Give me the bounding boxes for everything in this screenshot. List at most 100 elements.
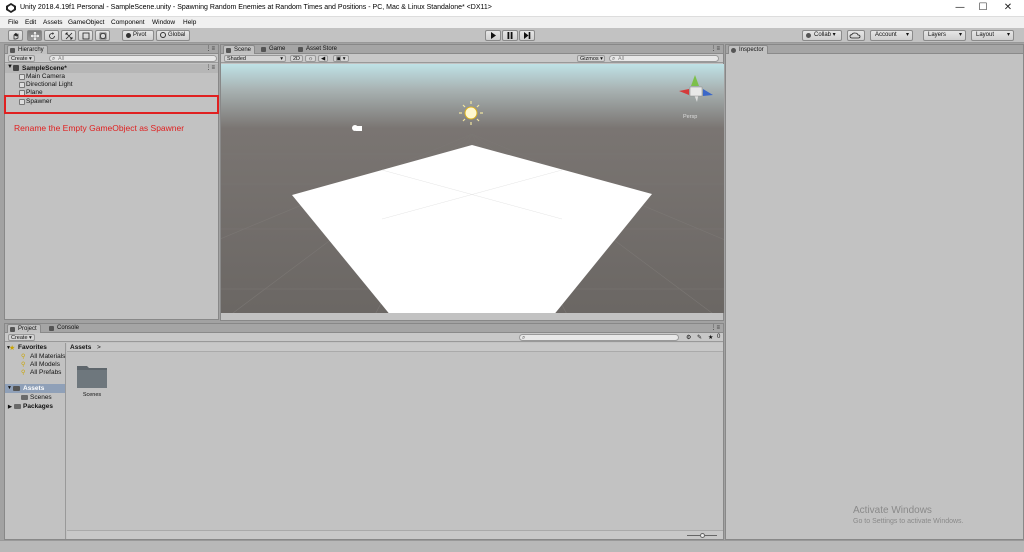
step-icon <box>524 32 531 39</box>
lighting-toggle[interactable]: ☼ <box>305 55 317 62</box>
maximize-button[interactable]: ☐ <box>973 2 993 15</box>
layout-label: Layout <box>976 32 995 38</box>
inspector-panel: Inspector <box>725 44 1024 540</box>
tab-project[interactable]: Project <box>7 324 41 333</box>
asset-folder-scenes[interactable]: Scenes <box>75 362 109 402</box>
filter-by-type-icon[interactable]: ⚙ <box>686 334 691 341</box>
tree-favorites[interactable]: ▼ ★ Favorites <box>6 344 47 352</box>
menu-edit[interactable]: Edit <box>25 17 36 28</box>
panel-menu-icon[interactable]: ⋮≡ <box>205 45 215 52</box>
menu-window[interactable]: Window <box>152 17 175 28</box>
console-icon <box>49 326 54 331</box>
minimize-button[interactable]: — <box>950 2 970 15</box>
item-label: Main Camera <box>26 73 66 80</box>
hierarchy-item-directional-light[interactable]: Directional Light <box>19 81 73 89</box>
filter-by-label-icon[interactable]: ✎ <box>697 334 702 341</box>
hierarchy-create-dropdown[interactable]: Create ▾ <box>8 55 35 62</box>
layers-dropdown[interactable]: Layers ▾ <box>923 30 966 41</box>
tab-console[interactable]: Console <box>47 324 82 333</box>
scene-viewport[interactable]: Persp <box>221 64 724 313</box>
pivot-toggle[interactable]: Pivot <box>122 30 154 41</box>
effects-dropdown[interactable]: ▣ ▾ <box>333 55 349 62</box>
global-toggle[interactable]: Global <box>156 30 190 41</box>
scene-menu-icon[interactable]: ⋮≡ <box>205 64 215 71</box>
scene-search-input[interactable]: All ⌕ <box>609 55 719 62</box>
cloud-button[interactable] <box>847 30 865 41</box>
hand-tool-button[interactable] <box>8 30 23 41</box>
audio-toggle[interactable]: ◀ <box>318 55 329 62</box>
tree-scenes[interactable]: Scenes <box>21 394 52 402</box>
badge-count: 0 <box>717 334 721 340</box>
menu-assets[interactable]: Assets <box>43 17 63 28</box>
layout-dropdown[interactable]: Layout ▾ <box>971 30 1014 41</box>
activate-windows-title: Activate Windows <box>853 505 932 516</box>
tab-hierarchy-label: Hierarchy <box>18 47 44 53</box>
project-footer <box>67 530 723 539</box>
tab-inspector[interactable]: Inspector <box>728 45 768 54</box>
move-tool-button[interactable] <box>27 30 42 41</box>
panel-menu-icon[interactable]: ⋮≡ <box>710 45 720 52</box>
tree-all-prefabs[interactable]: ⚲ All Prefabs <box>21 369 62 377</box>
menu-component[interactable]: Component <box>111 17 145 28</box>
scene-name: SampleScene* <box>22 65 67 72</box>
transform-tool-button[interactable] <box>95 30 110 41</box>
step-button[interactable] <box>519 30 535 41</box>
inspector-tabbar: Inspector <box>726 45 1023 54</box>
account-label: Account <box>875 32 897 38</box>
tab-game[interactable]: Game <box>259 45 288 54</box>
pause-button[interactable] <box>502 30 518 41</box>
menu-file[interactable]: File <box>8 17 18 28</box>
tree-assets[interactable]: ▼ Assets <box>5 384 65 393</box>
hierarchy-panel: Hierarchy ⋮≡ Create ▾ All ⌕ ▼ SampleScen… <box>4 44 219 320</box>
project-search-input[interactable]: ⌕ <box>519 334 679 341</box>
tab-hierarchy[interactable]: Hierarchy <box>7 45 48 54</box>
menu-gameobject[interactable]: GameObject <box>68 17 105 28</box>
layers-label: Layers <box>928 32 947 38</box>
menu-help[interactable]: Help <box>183 17 196 28</box>
pivot-icon <box>126 33 131 38</box>
tree-all-materials[interactable]: ⚲ All Materials <box>21 353 65 361</box>
account-dropdown[interactable]: Account ▾ <box>870 30 913 41</box>
search-filter-icon: ⚲ <box>21 353 26 360</box>
tab-asset-store[interactable]: Asset Store <box>296 45 340 54</box>
scene-row[interactable]: ▼ SampleScene* ⋮≡ <box>5 64 218 73</box>
game-tab-icon <box>261 47 266 52</box>
hierarchy-item-main-camera[interactable]: Main Camera <box>19 73 66 81</box>
item-label: All Prefabs <box>30 369 62 376</box>
rect-tool-button[interactable] <box>78 30 93 41</box>
gameobject-icon <box>19 82 25 88</box>
gizmos-dropdown[interactable]: Gizmos ▾ <box>577 55 605 62</box>
tree-packages[interactable]: ▶ Packages <box>8 403 53 411</box>
breadcrumb-assets[interactable]: Assets <box>70 343 91 352</box>
scale-icon <box>65 32 72 40</box>
rotate-tool-button[interactable] <box>44 30 59 41</box>
close-button[interactable]: ✕ <box>998 2 1018 15</box>
play-button[interactable] <box>485 30 501 41</box>
persp-label[interactable]: Persp <box>683 114 697 120</box>
main-toolbar: Pivot Global Collab ▾ Account ▾ Layers ▾ <box>0 28 1024 43</box>
star-icon[interactable]: ★ <box>708 334 713 341</box>
2d-toggle[interactable]: 2D <box>290 55 304 62</box>
pause-icon <box>507 32 513 39</box>
pivot-label: Pivot <box>133 32 147 38</box>
menu-bar: File Edit Assets GameObject Component Wi… <box>0 17 1024 28</box>
scene-subbar: Shaded ▾ 2D ☼ ◀ ▣ ▾ Gizmos ▾ All ⌕ <box>221 54 723 63</box>
tab-scene[interactable]: Scene <box>223 45 256 54</box>
panel-menu-icon[interactable]: ⋮≡ <box>710 324 720 331</box>
scene-panel: Scene Game Asset Store ⋮≡ Shaded ▾ 2D ☼ ◀… <box>220 44 724 321</box>
hierarchy-search-input[interactable]: All ⌕ <box>49 55 217 62</box>
move-icon <box>30 31 39 41</box>
hierarchy-subbar: Create ▾ All ⌕ <box>5 54 218 63</box>
search-placeholder: All <box>618 56 625 62</box>
shading-label: Shaded <box>227 56 246 62</box>
tree-all-models[interactable]: ⚲ All Models <box>21 361 60 369</box>
hand-icon <box>13 32 18 40</box>
collab-dropdown[interactable]: Collab ▾ <box>802 30 842 41</box>
project-create-dropdown[interactable]: Create ▾ <box>8 334 35 341</box>
zoom-slider-thumb[interactable] <box>700 533 705 538</box>
folder-icon <box>77 366 107 388</box>
shading-dropdown[interactable]: Shaded ▾ <box>224 55 286 62</box>
project-panel: Project Console ⋮≡ Create ▾ ⌕ ⚙ ✎ ★ 0 ▼ … <box>4 323 724 540</box>
chevron-down-icon: ▾ <box>1006 32 1010 38</box>
scale-tool-button[interactable] <box>61 30 76 41</box>
